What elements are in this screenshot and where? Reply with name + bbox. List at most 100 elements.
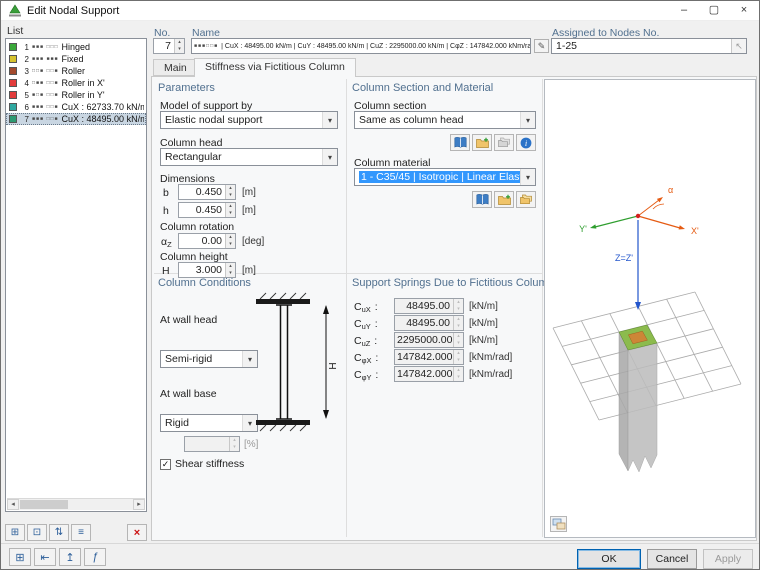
alpha-label: α — [668, 185, 673, 195]
support-color-swatch — [9, 55, 17, 63]
spring-unit: [kN/m] — [469, 335, 498, 346]
section-new-button[interactable] — [472, 134, 492, 151]
column-conditions-section: Column Conditions At wall head Semi-rigi… — [154, 274, 346, 536]
wall-base-condition-select[interactable]: Rigid ▾ — [160, 414, 258, 432]
model-of-support-select[interactable]: Elastic nodal support ▾ — [160, 111, 338, 129]
horizontal-scrollbar[interactable]: ◂ ▸ — [7, 498, 145, 510]
section-copy-button[interactable] — [494, 134, 514, 151]
titlebar[interactable]: Edit Nodal Support – ▢ × — [1, 1, 759, 21]
list-toolbar: ⊞ ⊡ ⇅ ≡ × — [5, 524, 147, 541]
cancel-button[interactable]: Cancel — [647, 549, 697, 569]
support-color-swatch — [9, 67, 17, 75]
pick-nodes-button[interactable]: ↖ — [731, 39, 746, 53]
assigned-nodes-input[interactable]: 1-25 ↖ — [551, 38, 747, 54]
b-unit: [m] — [242, 187, 256, 198]
spring-label: CuY : — [354, 318, 378, 331]
section-library-button[interactable] — [450, 134, 470, 151]
library-book-icon — [454, 137, 467, 148]
spinner-icon[interactable]: ▴ ▾ — [225, 185, 235, 199]
name-value: | CuX : 48495.00 kN/m | CuY : 48495.00 k… — [221, 43, 530, 50]
divider — [346, 79, 347, 537]
3d-viewport[interactable]: Y' X' α Z=Z' — [544, 79, 756, 538]
units-and-decimal-places-button[interactable]: ƒ — [84, 548, 106, 566]
list-item-selected[interactable]: 7 ■■■ □□■ CuX : 48495.00 kN/m | — [6, 113, 146, 125]
at-wall-head-label: At wall head — [160, 314, 217, 326]
column-section-select[interactable]: Same as column head ▾ — [354, 111, 536, 129]
settings-grid-button[interactable]: ⊞ — [9, 548, 31, 566]
spinner-icon[interactable]: ▴ ▾ — [225, 203, 235, 217]
spring-unit: [kN/m] — [469, 318, 498, 329]
list-item-label: CuX : 62733.70 kN/m | — [62, 102, 144, 112]
list-item[interactable]: 6 ■■■ □□■ CuX : 62733.70 kN/m | — [6, 101, 146, 113]
scroll-right-icon[interactable]: ▸ — [133, 499, 145, 510]
section-and-material-section: Column Section and Material Column secti… — [348, 79, 542, 273]
apply-button[interactable]: Apply — [703, 549, 753, 569]
tab-main[interactable]: Main — [153, 59, 198, 76]
maximize-button[interactable]: ▢ — [699, 1, 729, 20]
close-button[interactable]: × — [729, 1, 759, 20]
section-title: Column Conditions — [158, 277, 251, 289]
x-axis-label: X' — [691, 226, 699, 236]
b-input[interactable]: 0.450 ▴ ▾ — [178, 184, 236, 200]
tab-stiffness-via-fictitious-column[interactable]: Stiffness via Fictitious Column — [194, 58, 356, 77]
scrollbar-thumb[interactable] — [20, 500, 68, 509]
copy-folder-icon — [520, 194, 533, 205]
list-menu-button[interactable]: ≡ — [71, 524, 91, 541]
list-sort-button[interactable]: ⇅ — [49, 524, 69, 541]
graphic-settings-button[interactable] — [550, 516, 567, 532]
edit-name-button[interactable]: ✎ — [534, 39, 549, 53]
list-item-number: 3 — [19, 67, 29, 76]
material-new-button[interactable] — [494, 191, 514, 208]
support-listbox[interactable]: 1 ■■■ □□□ Hinged 2 ■■■ ■■■ Fixed 3 □□■ □… — [5, 38, 147, 512]
chevron-down-icon: ▾ — [322, 112, 337, 128]
alpha-unit: [deg] — [242, 236, 264, 247]
spinner-icon: ▴ ▾ — [229, 437, 239, 451]
material-library-button[interactable] — [472, 191, 492, 208]
spinner-icon[interactable]: ▴ ▾ — [225, 234, 235, 248]
column-rotation-input[interactable]: 0.00 ▴ ▾ — [178, 233, 236, 249]
support-springs-section: Support Springs Due to Fictitious Column… — [348, 274, 542, 536]
h-input[interactable]: 0.450 ▴ ▾ — [178, 202, 236, 218]
list-item[interactable]: 3 □□■ □□■ Roller — [6, 65, 146, 77]
list-item-number: 7 — [19, 115, 29, 124]
list-item[interactable]: 4 □■■ □□■ Roller in X' — [6, 77, 146, 89]
list-item-number: 1 — [19, 43, 29, 52]
support-color-swatch — [9, 79, 17, 87]
z-axis-label: Z=Z' — [615, 253, 633, 263]
column-head-select[interactable]: Rectangular ▾ — [160, 148, 338, 166]
window-title: Edit Nodal Support — [27, 5, 119, 17]
export-button[interactable]: ↥ — [59, 548, 81, 566]
name-input[interactable]: ■■■□□■ | CuX : 48495.00 kN/m | CuY : 484… — [191, 38, 531, 54]
support-pattern-icon: ■■■ □□■ — [32, 104, 59, 110]
spring-cux-field: 48495.00 ▴▾ — [394, 298, 464, 314]
list-item[interactable]: 1 ■■■ □□□ Hinged — [6, 41, 146, 53]
support-pattern-icon: □■■ □□■ — [32, 80, 59, 86]
import-button[interactable]: ⇤ — [34, 548, 56, 566]
list-new-button[interactable]: ⊞ — [5, 524, 25, 541]
list-delete-button[interactable]: × — [127, 524, 147, 541]
wall-head-condition-select[interactable]: Semi-rigid ▾ — [160, 350, 258, 368]
list-item[interactable]: 5 ■□■ □□■ Roller in Y' — [6, 89, 146, 101]
no-input[interactable]: 7 ▴ ▾ — [153, 38, 185, 54]
column-material-select[interactable]: 1 - C35/45 | Isotropic | Linear Elastic … — [354, 168, 536, 186]
copy-folder-icon — [498, 137, 511, 148]
scroll-left-icon[interactable]: ◂ — [7, 499, 19, 510]
section-title: Parameters — [158, 82, 215, 94]
spinner-icon[interactable]: ▴ ▾ — [174, 39, 184, 53]
parameters-section: Parameters Model of support by Elastic n… — [154, 79, 346, 273]
support-color-swatch — [9, 91, 17, 99]
edit-nodal-support-dialog: Edit Nodal Support – ▢ × List 1 ■■■ □□□ … — [0, 0, 760, 570]
list-item-label: Fixed — [62, 54, 84, 64]
section-info-button[interactable]: i — [516, 134, 536, 151]
shear-stiffness-checkbox[interactable]: ✓ Shear stiffness — [160, 458, 244, 470]
spring-cuz-field: 2295000.00 ▴▾ — [394, 332, 464, 348]
material-copy-button[interactable] — [516, 191, 536, 208]
x-axis — [638, 216, 680, 228]
list-item-number: 4 — [19, 79, 29, 88]
minimize-button[interactable]: – — [669, 1, 699, 20]
list-copy-button[interactable]: ⊡ — [27, 524, 47, 541]
list-item[interactable]: 2 ■■■ ■■■ Fixed — [6, 53, 146, 65]
spring-label: CuZ : — [354, 335, 377, 348]
ok-button[interactable]: OK — [577, 549, 641, 569]
h-unit: [m] — [242, 205, 256, 216]
